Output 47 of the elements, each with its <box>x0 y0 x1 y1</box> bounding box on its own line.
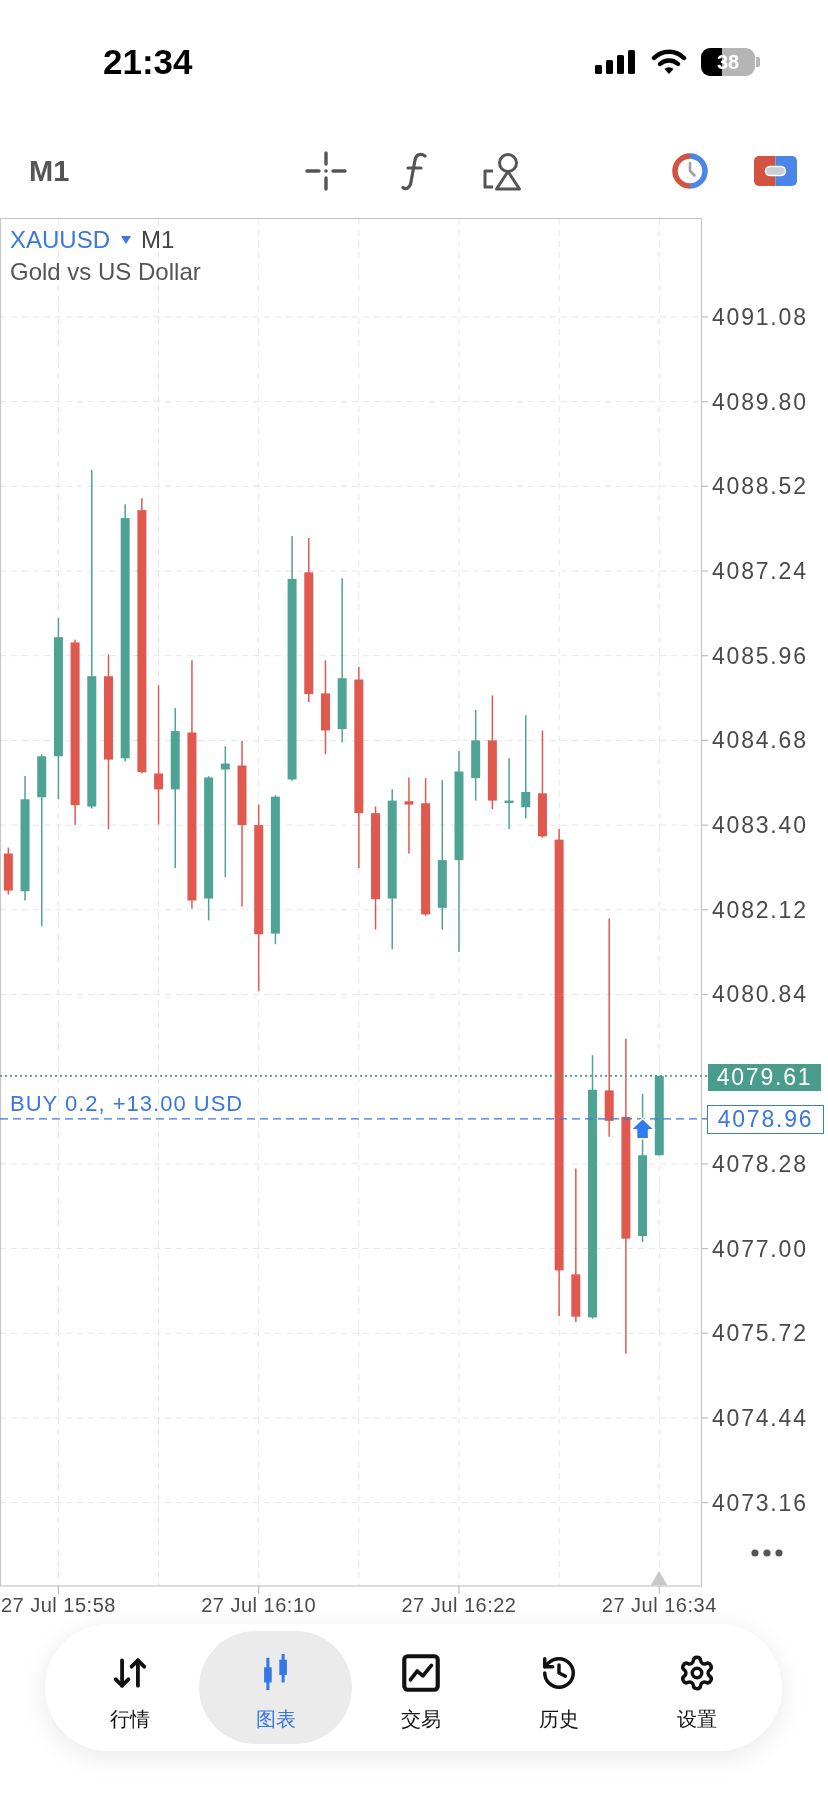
timeframe-button[interactable]: M1 <box>29 154 70 188</box>
symbol-selector[interactable]: XAUUSD <box>10 226 132 254</box>
caret-icon <box>121 236 132 244</box>
time-axis-label: 27 Jul 16:10 <box>201 1593 317 1617</box>
line-chart-icon <box>402 1654 440 1692</box>
clock-icon[interactable] <box>672 153 708 189</box>
price-axis-label: 4087.24 <box>712 557 808 585</box>
function-icon[interactable] <box>401 151 427 191</box>
price-axis-label: 4083.40 <box>712 811 808 840</box>
price-axis-label: 4077.00 <box>712 1234 808 1263</box>
candlestick-icon <box>262 1654 289 1692</box>
more-icon[interactable] <box>751 1549 783 1557</box>
symbol-description: Gold vs US Dollar <box>10 258 201 286</box>
bearish-candle <box>3 846 13 896</box>
time-axis-label: 27 Jul 16:34 <box>601 1593 717 1617</box>
shapes-icon[interactable] <box>482 151 522 191</box>
price-axis-label: 4084.68 <box>712 726 808 755</box>
price-axis-label: 4085.96 <box>712 641 808 670</box>
tab[interactable]: 图表 <box>199 1631 352 1744</box>
signal-icon <box>595 50 635 74</box>
time-axis-label: 27 Jul 15:58 <box>0 1593 116 1617</box>
triangle-marker-icon[interactable] <box>650 1571 668 1586</box>
price-axis-label: 4089.80 <box>712 387 808 416</box>
tab[interactable]: 历史 <box>490 1631 628 1744</box>
tab[interactable]: 设置 <box>628 1631 766 1744</box>
position-label: BUY 0.2, +13.00 USD <box>10 1090 244 1117</box>
tab[interactable]: 交易 <box>352 1631 490 1744</box>
price-axis-label: 4082.12 <box>712 895 808 924</box>
price-axis-label: 4088.52 <box>712 472 808 501</box>
current-price-badge: 4079.61 <box>708 1063 821 1091</box>
position-price-badge: 4078.96 <box>707 1104 824 1134</box>
price-axis-label: 4074.44 <box>712 1403 808 1432</box>
time-axis-label: 27 Jul 16:22 <box>401 1593 517 1617</box>
price-axis-label: 4078.28 <box>712 1149 808 1178</box>
status-time: 21:34 <box>103 42 193 82</box>
toggle-icon[interactable] <box>754 156 797 186</box>
wifi-icon <box>651 49 687 75</box>
price-axis-label: 4080.84 <box>712 980 808 1009</box>
price-axis-label: 4091.08 <box>712 302 808 331</box>
history-icon <box>540 1654 578 1692</box>
price-axis-label: 4075.72 <box>712 1319 808 1348</box>
tab[interactable]: 行情 <box>61 1631 199 1744</box>
buy-arrow-icon <box>629 1117 656 1140</box>
crosshair-icon[interactable] <box>305 151 347 191</box>
price-axis-label: 4073.16 <box>712 1488 808 1517</box>
timeframe-label: M1 <box>141 226 175 254</box>
settings-icon <box>678 1654 716 1692</box>
